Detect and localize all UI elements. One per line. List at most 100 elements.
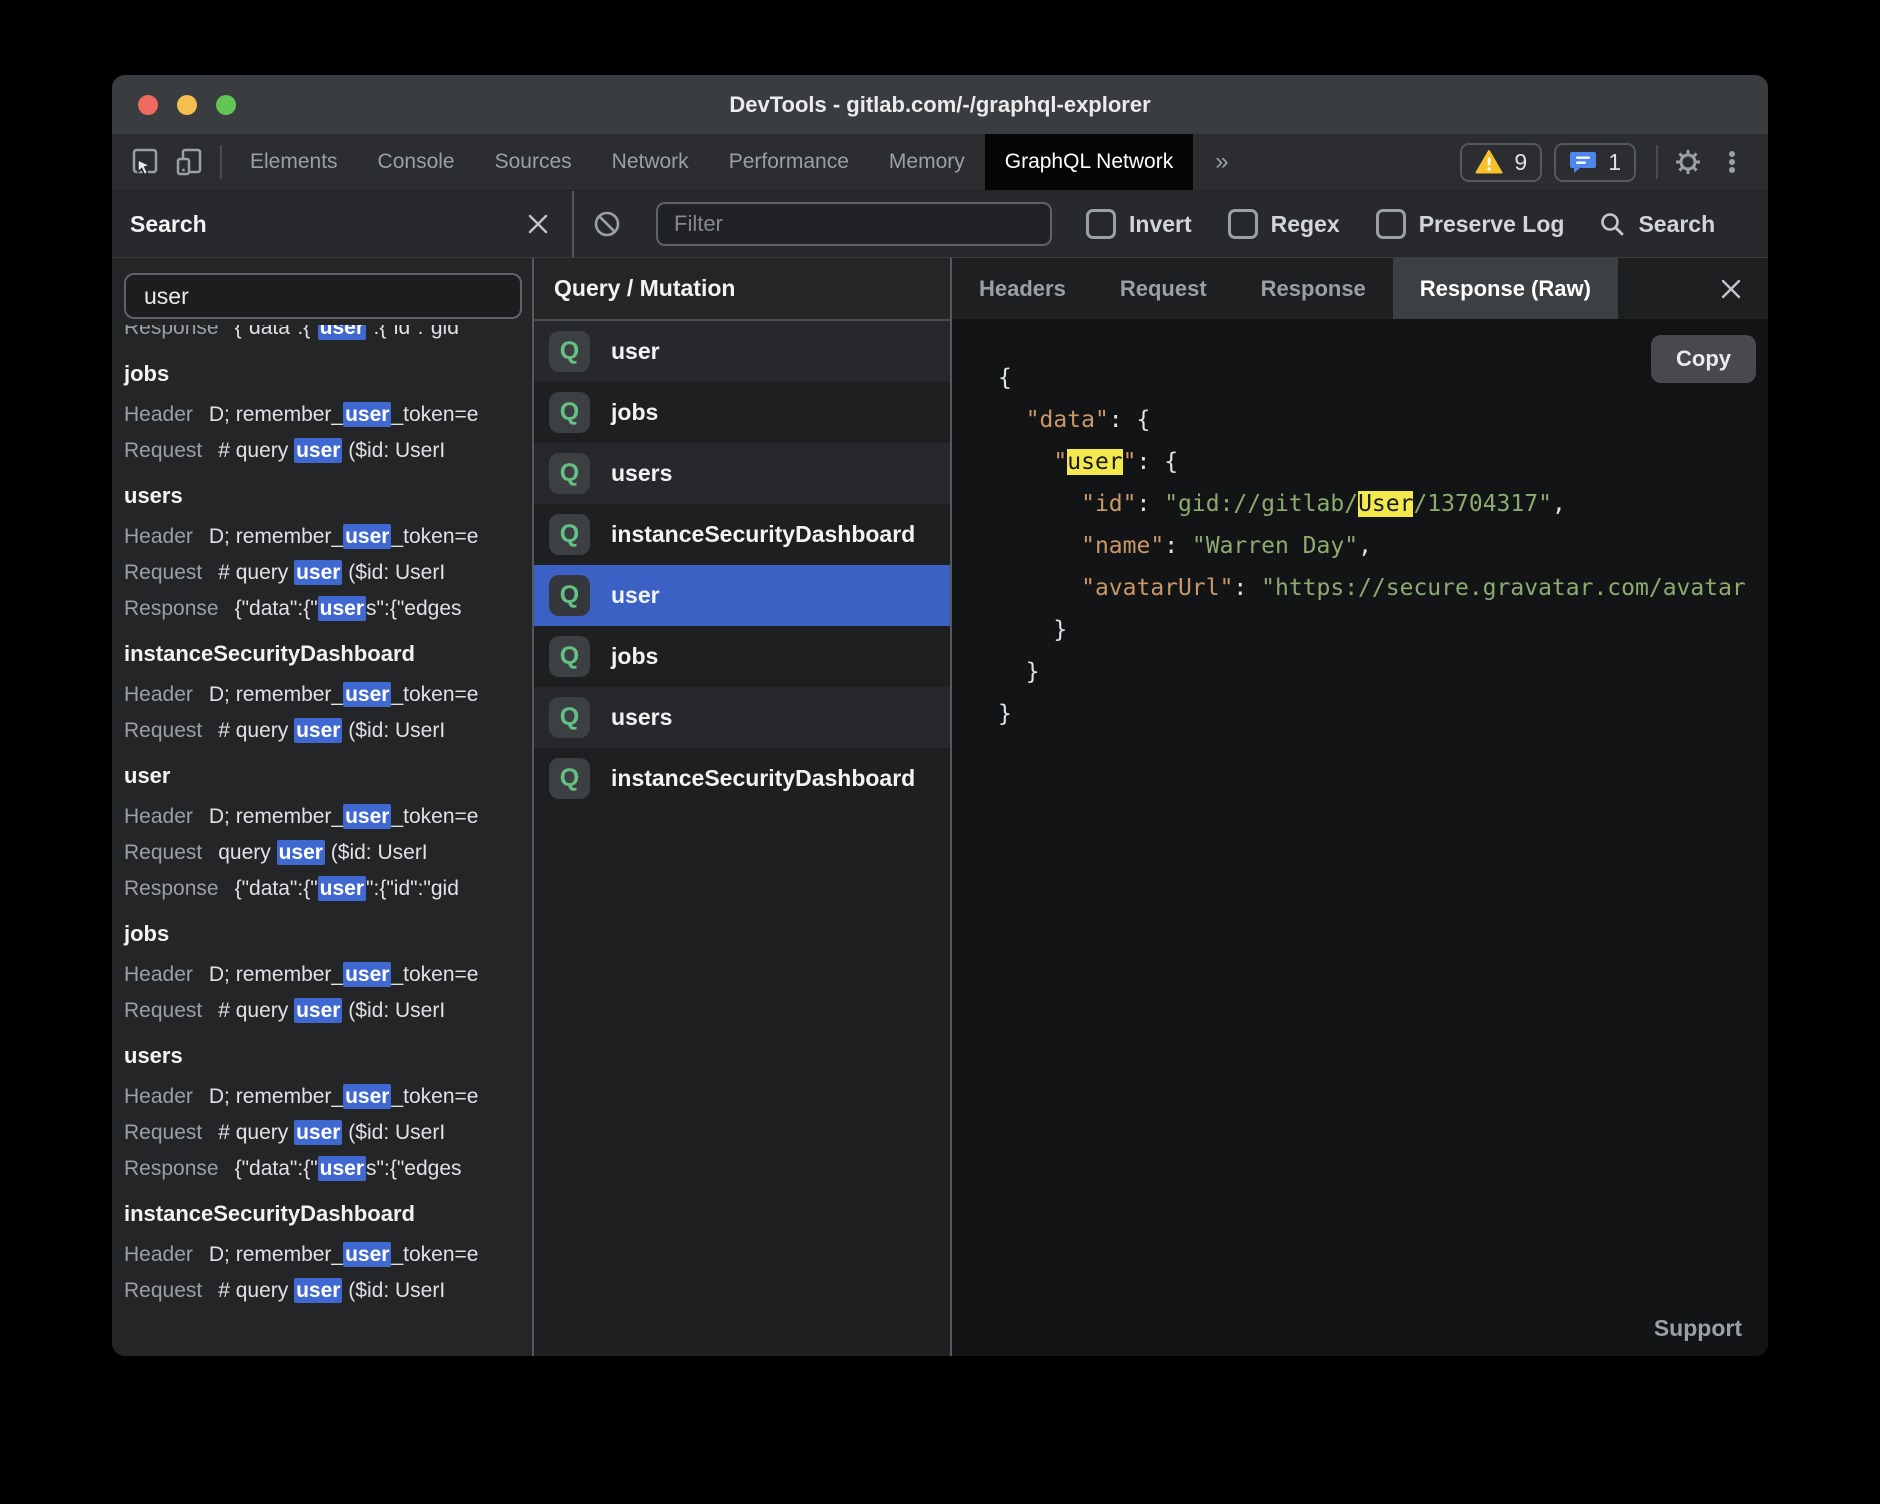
- query-type-badge: Q: [549, 636, 590, 677]
- result-text: {"data":{": [235, 597, 318, 620]
- preserve-log-checkbox-label: Preserve Log: [1419, 211, 1565, 238]
- result-row[interactable]: Request# query user ($id: UserI: [124, 433, 532, 469]
- json-token: ,: [1552, 491, 1566, 517]
- support-link[interactable]: Support: [1654, 1315, 1742, 1342]
- tab-performance[interactable]: Performance: [709, 134, 869, 190]
- close-detail-button[interactable]: [1694, 258, 1768, 319]
- result-text: s":{"edges: [366, 597, 461, 620]
- result-row-label: Response: [124, 325, 219, 339]
- result-text: # query: [218, 439, 294, 462]
- json-token: "data": [1026, 407, 1109, 433]
- result-row[interactable]: Request# query user ($id: UserI: [124, 1273, 532, 1309]
- result-row[interactable]: HeaderD; remember_user_token=e: [124, 799, 532, 835]
- json-token: : {: [1137, 449, 1179, 475]
- detail-tab-request[interactable]: Request: [1093, 258, 1234, 319]
- preserve-log-checkbox[interactable]: Preserve Log: [1376, 209, 1565, 239]
- result-row[interactable]: Request# query user ($id: UserI: [124, 555, 532, 591]
- result-row-content: # query user ($id: UserI: [218, 1120, 445, 1145]
- result-row[interactable]: HeaderD; remember_user_token=e: [124, 1237, 532, 1273]
- json-token: "avatarUrl": [1081, 575, 1233, 601]
- query-type-badge: Q: [549, 392, 590, 433]
- result-row[interactable]: Response{"data":{"users":{"edges: [124, 1151, 532, 1187]
- detail-tab-response[interactable]: Response: [1234, 258, 1393, 319]
- inspect-element-icon[interactable]: [124, 134, 168, 190]
- more-tabs-chevron[interactable]: »: [1193, 134, 1250, 190]
- highlighted-match: user: [343, 682, 391, 707]
- warnings-count: 9: [1514, 149, 1527, 176]
- json-code-line: "name": "Warren Day",: [998, 525, 1768, 567]
- result-row-content: # query user ($id: UserI: [218, 1278, 445, 1303]
- titlebar: DevTools - gitlab.com/-/graphql-explorer: [112, 75, 1768, 134]
- json-code-line: "id": "gid://gitlab/User/13704317",: [998, 483, 1768, 525]
- query-row-jobs[interactable]: Qjobs: [534, 382, 950, 443]
- query-row-user[interactable]: Quser: [534, 565, 950, 626]
- search-input[interactable]: [142, 282, 504, 311]
- result-text: ($id: UserI: [342, 439, 445, 462]
- json-code-line: "data": {: [998, 399, 1768, 441]
- query-row-instancesecuritydashboard[interactable]: QinstanceSecurityDashboard: [534, 504, 950, 565]
- tab-sources[interactable]: Sources: [475, 134, 592, 190]
- result-row[interactable]: HeaderD; remember_user_token=e: [124, 397, 532, 433]
- json-token: [998, 449, 1053, 475]
- filter-input[interactable]: [656, 202, 1052, 246]
- result-row[interactable]: Request# query user ($id: UserI: [124, 1115, 532, 1151]
- result-row[interactable]: HeaderD; remember_user_token=e: [124, 957, 532, 993]
- query-row-users[interactable]: Qusers: [534, 443, 950, 504]
- kebab-menu-icon[interactable]: [1710, 147, 1754, 177]
- tab-network[interactable]: Network: [592, 134, 709, 190]
- result-row-label: Header: [124, 1085, 193, 1108]
- minimize-window-button[interactable]: [177, 95, 197, 115]
- result-row-label: Request: [124, 999, 202, 1022]
- highlighted-match: user: [318, 1156, 366, 1181]
- tab-console[interactable]: Console: [358, 134, 475, 190]
- device-toolbar-icon[interactable]: [168, 134, 212, 190]
- query-row-user[interactable]: Quser: [534, 321, 950, 382]
- clipped-result-row[interactable]: Response{"data":{"user":{"id":"gid: [124, 325, 532, 347]
- search-input-box[interactable]: [124, 273, 522, 319]
- result-text: ($id: UserI: [342, 561, 445, 584]
- tab-elements[interactable]: Elements: [230, 134, 358, 190]
- invert-checkbox[interactable]: Invert: [1086, 209, 1192, 239]
- result-text: # query: [218, 999, 294, 1022]
- warnings-badge[interactable]: 9: [1460, 143, 1542, 182]
- search-toggle[interactable]: Search: [1598, 210, 1715, 238]
- result-row[interactable]: Response{"data":{"user":{"id":"gid: [124, 325, 532, 346]
- issues-badge[interactable]: 1: [1554, 143, 1636, 182]
- result-text: D; remember_: [209, 1085, 343, 1108]
- result-row-content: # query user ($id: UserI: [218, 718, 445, 743]
- close-icon: [1718, 276, 1744, 302]
- query-type-badge: Q: [549, 575, 590, 616]
- query-row-jobs[interactable]: Qjobs: [534, 626, 950, 687]
- result-row[interactable]: Request# query user ($id: UserI: [124, 993, 532, 1029]
- detail-tab-headers[interactable]: Headers: [952, 258, 1093, 319]
- clear-log-icon[interactable]: [592, 209, 622, 239]
- invert-checkbox-box[interactable]: [1086, 209, 1116, 239]
- result-row[interactable]: Response{"data":{"user":{"id":"gid: [124, 871, 532, 907]
- regex-checkbox[interactable]: Regex: [1228, 209, 1340, 239]
- settings-gear-icon[interactable]: [1666, 147, 1710, 177]
- result-row[interactable]: Requestquery user ($id: UserI: [124, 835, 532, 871]
- result-text: {"data":{": [235, 1157, 318, 1180]
- query-row-users[interactable]: Qusers: [534, 687, 950, 748]
- preserve-log-checkbox-box[interactable]: [1376, 209, 1406, 239]
- copy-button[interactable]: Copy: [1651, 335, 1756, 383]
- result-row[interactable]: Request# query user ($id: UserI: [124, 713, 532, 749]
- tab-memory[interactable]: Memory: [869, 134, 985, 190]
- result-row[interactable]: HeaderD; remember_user_token=e: [124, 519, 532, 555]
- query-type-badge: Q: [549, 331, 590, 372]
- query-list: QuserQjobsQusersQinstanceSecurityDashboa…: [534, 321, 950, 809]
- json-token: [998, 533, 1081, 559]
- result-row[interactable]: Response{"data":{"users":{"edges: [124, 591, 532, 627]
- json-code-line: "avatarUrl": "https://secure.gravatar.co…: [998, 567, 1768, 609]
- json-token: : {: [1109, 407, 1151, 433]
- query-row-instancesecuritydashboard[interactable]: QinstanceSecurityDashboard: [534, 748, 950, 809]
- close-search-icon[interactable]: [526, 212, 550, 236]
- close-window-button[interactable]: [138, 95, 158, 115]
- tab-graphql-network[interactable]: GraphQL Network: [985, 134, 1193, 190]
- detail-tab-response-raw[interactable]: Response (Raw): [1393, 258, 1618, 319]
- zoom-window-button[interactable]: [216, 95, 236, 115]
- regex-checkbox-box[interactable]: [1228, 209, 1258, 239]
- highlighted-match: user: [294, 998, 342, 1023]
- result-row[interactable]: HeaderD; remember_user_token=e: [124, 677, 532, 713]
- result-row[interactable]: HeaderD; remember_user_token=e: [124, 1079, 532, 1115]
